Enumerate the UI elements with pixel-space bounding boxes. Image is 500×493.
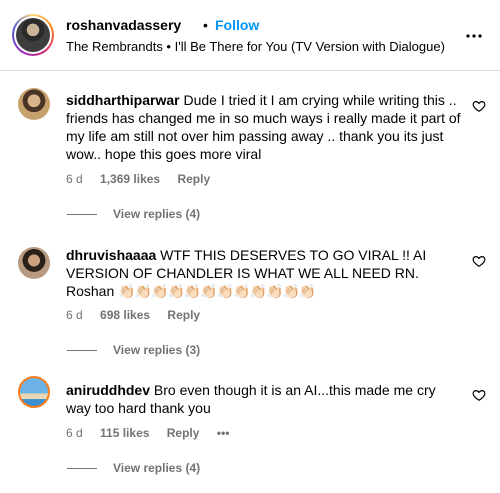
more-horizontal-icon[interactable] bbox=[464, 26, 484, 46]
author-avatar[interactable] bbox=[12, 14, 54, 56]
comment-meta: 6 d 698 likes Reply bbox=[66, 307, 214, 323]
follow-button[interactable]: Follow bbox=[215, 16, 259, 34]
heart-icon[interactable] bbox=[472, 388, 486, 402]
commenter-username[interactable]: dhruvishaaaa bbox=[66, 247, 156, 263]
avatar-photo bbox=[16, 18, 50, 52]
heart-icon[interactable] bbox=[472, 254, 486, 268]
view-replies-label: View replies (3) bbox=[113, 343, 201, 357]
header-separator: • bbox=[203, 17, 208, 33]
commenter-username[interactable]: aniruddhdev bbox=[66, 382, 150, 398]
comment-body: aniruddhdev Bro even though it is an AI.… bbox=[66, 381, 461, 417]
comment-likes[interactable]: 115 likes bbox=[100, 425, 149, 441]
view-replies-button[interactable]: View replies (4) bbox=[66, 460, 200, 476]
reply-button[interactable]: Reply bbox=[167, 307, 200, 323]
comment-time: 6 d bbox=[66, 426, 83, 440]
author-username[interactable]: roshanvadassery bbox=[66, 16, 181, 34]
comment-body: dhruvishaaaa WTF THIS DESERVES TO GO VIR… bbox=[66, 246, 461, 300]
comment-meta: 6 d 1,369 likes Reply bbox=[66, 171, 224, 187]
comment-meta: 6 d 115 likes Reply ••• bbox=[66, 425, 243, 441]
comment-likes[interactable]: 698 likes bbox=[100, 307, 150, 323]
view-replies-button[interactable]: View replies (3) bbox=[66, 342, 200, 358]
comment-more-options[interactable]: ••• bbox=[217, 425, 230, 441]
replies-divider-line bbox=[67, 468, 97, 470]
replies-divider-line bbox=[67, 350, 97, 352]
replies-divider-line bbox=[67, 214, 97, 216]
post-header: roshanvadassery • Follow The Rembrandts … bbox=[0, 0, 500, 71]
reply-button[interactable]: Reply bbox=[167, 425, 200, 441]
reply-button[interactable]: Reply bbox=[177, 171, 210, 187]
heart-icon[interactable] bbox=[472, 99, 486, 113]
commenter-avatar[interactable] bbox=[18, 247, 50, 279]
comment-body: siddharthiparwar Dude I tried it I am cr… bbox=[66, 91, 461, 163]
comment-likes[interactable]: 1,369 likes bbox=[100, 171, 160, 187]
view-replies-label: View replies (4) bbox=[113, 207, 201, 221]
audio-track-link[interactable]: The Rembrandts • I'll Be There for You (… bbox=[66, 38, 445, 55]
view-replies-button[interactable]: View replies (4) bbox=[66, 206, 200, 222]
comment-time: 6 d bbox=[66, 172, 83, 186]
comment-time: 6 d bbox=[66, 308, 83, 322]
clap-emojis: 👏🏻👏🏻👏🏻👏🏻👏🏻👏🏻👏🏻👏🏻👏🏻👏🏻👏🏻👏🏻 bbox=[118, 283, 316, 299]
commenter-username[interactable]: siddharthiparwar bbox=[66, 92, 180, 108]
commenter-avatar[interactable] bbox=[18, 376, 50, 408]
commenter-avatar[interactable] bbox=[18, 88, 50, 120]
view-replies-label: View replies (4) bbox=[113, 461, 201, 475]
